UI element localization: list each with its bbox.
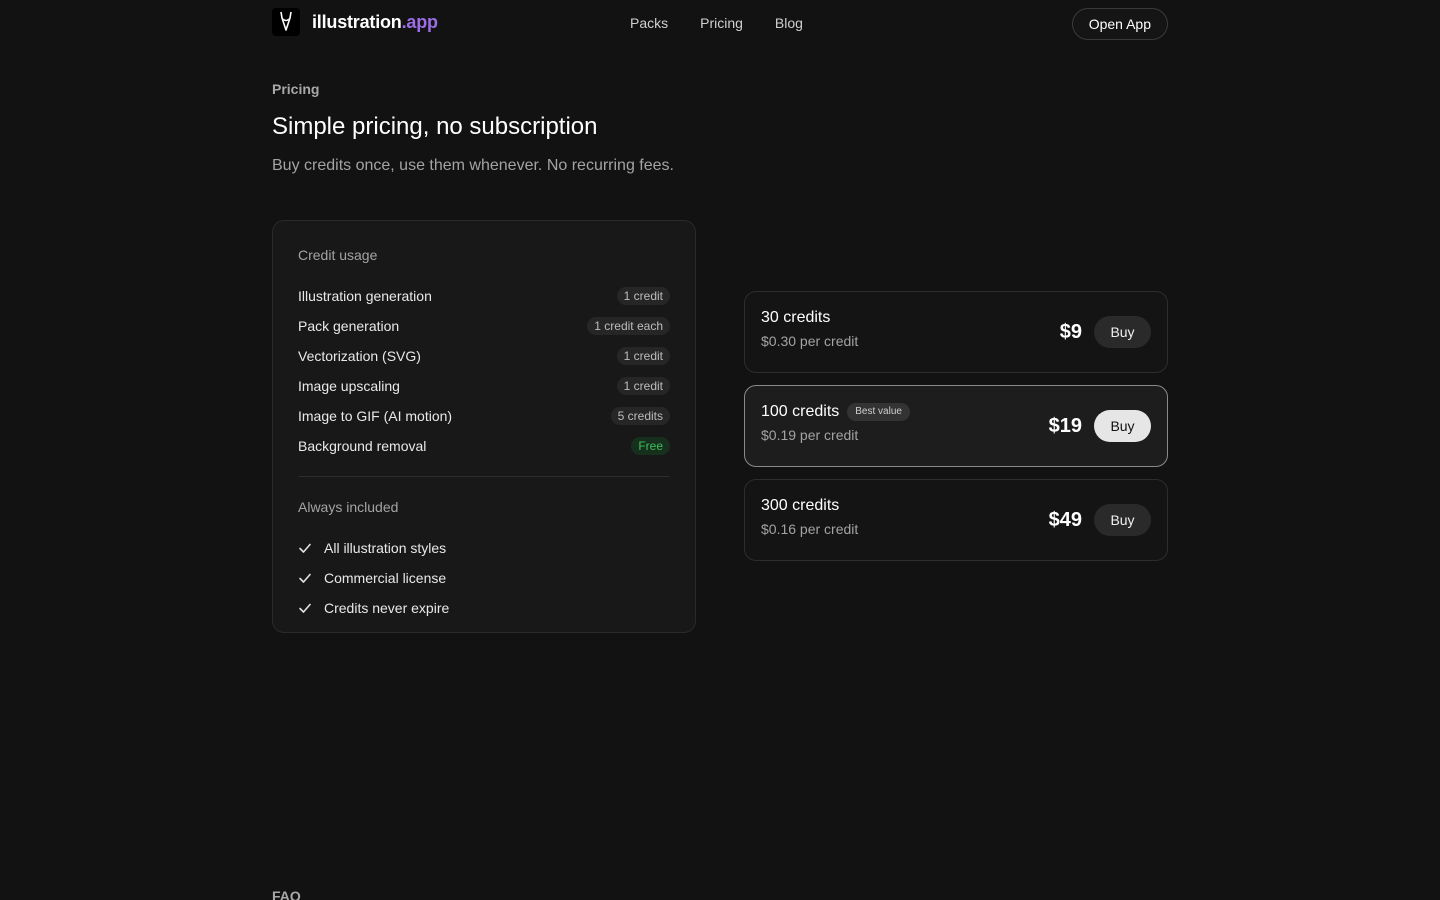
pack-credits: 30 credits bbox=[761, 309, 831, 326]
usage-name: Background removal bbox=[298, 438, 427, 454]
pack-title: 300 credits bbox=[761, 497, 858, 515]
included-item: Credits never expire bbox=[298, 593, 670, 623]
free-pill: Free bbox=[631, 437, 670, 455]
page: illustration.app Packs Pricing Blog Open… bbox=[0, 0, 1440, 900]
included-list: All illustration styles Commercial licen… bbox=[298, 533, 670, 623]
pack-price: $49 bbox=[1048, 508, 1082, 531]
pack-actions: $9 Buy bbox=[1060, 316, 1151, 348]
cost-pill: 1 credit bbox=[616, 377, 670, 395]
pack-credits: 300 credits bbox=[761, 497, 840, 514]
pack-actions: $19 Buy bbox=[1049, 410, 1151, 442]
page-title: Simple pricing, no subscription bbox=[272, 113, 598, 140]
pack-price: $9 bbox=[1059, 320, 1082, 343]
pack-info: 100 credits Best value $0.19 per credit bbox=[761, 403, 910, 443]
pack-card-300: 300 credits $0.16 per credit $49 Buy bbox=[744, 479, 1168, 561]
main-nav: Packs Pricing Blog bbox=[630, 15, 803, 31]
included-text: Commercial license bbox=[324, 570, 447, 586]
cost-pill: 1 credit bbox=[616, 287, 670, 305]
credit-usage-card: Credit usage Illustration generation 1 c… bbox=[272, 220, 696, 633]
pack-per-credit: $0.30 per credit bbox=[761, 333, 859, 349]
logo-text: illustration.app bbox=[312, 11, 438, 32]
pack-info: 30 credits $0.30 per credit bbox=[761, 309, 858, 349]
section-eyebrow: Pricing bbox=[272, 81, 320, 97]
pack-actions: $49 Buy bbox=[1049, 504, 1151, 536]
usage-list: Illustration generation 1 credit Pack ge… bbox=[298, 281, 670, 461]
credit-usage-label: Credit usage bbox=[298, 247, 378, 263]
pack-per-credit: $0.19 per credit bbox=[761, 427, 859, 443]
included-text: Credits never expire bbox=[324, 600, 450, 616]
site-header: illustration.app Packs Pricing Blog Open… bbox=[272, 6, 1168, 42]
usage-row: Background removal Free bbox=[298, 431, 670, 461]
usage-name: Illustration generation bbox=[298, 288, 432, 304]
pack-card-100: 100 credits Best value $0.19 per credit … bbox=[744, 385, 1168, 467]
buy-button-30[interactable]: Buy bbox=[1094, 316, 1151, 348]
usage-name: Vectorization (SVG) bbox=[298, 348, 421, 364]
always-included-label: Always included bbox=[298, 499, 399, 515]
pack-credits: 100 credits bbox=[761, 403, 840, 420]
pack-title: 30 credits bbox=[761, 309, 858, 327]
open-app-button[interactable]: Open App bbox=[1071, 8, 1168, 40]
check-icon bbox=[298, 571, 312, 585]
cost-pill: 5 credits bbox=[610, 407, 670, 425]
pack-title: 100 credits Best value bbox=[761, 403, 910, 421]
check-icon bbox=[298, 541, 312, 555]
nav-pricing[interactable]: Pricing bbox=[700, 15, 743, 31]
cost-pill: 1 credit bbox=[616, 347, 670, 365]
included-text: All illustration styles bbox=[324, 540, 447, 556]
nav-packs[interactable]: Packs bbox=[630, 15, 668, 31]
pack-info: 300 credits $0.16 per credit bbox=[761, 497, 858, 537]
cost-pill: 1 credit each bbox=[587, 317, 670, 335]
usage-name: Image to GIF (AI motion) bbox=[298, 408, 453, 424]
usage-name: Image upscaling bbox=[298, 378, 400, 394]
buy-button-100[interactable]: Buy bbox=[1094, 410, 1151, 442]
pack-price: $19 bbox=[1048, 414, 1082, 437]
faq-eyebrow: FAQ bbox=[272, 888, 301, 900]
usage-row: Vectorization (SVG) 1 credit bbox=[298, 341, 670, 371]
check-icon bbox=[298, 601, 312, 615]
included-item: All illustration styles bbox=[298, 533, 670, 563]
divider bbox=[298, 476, 670, 477]
buy-button-300[interactable]: Buy bbox=[1094, 504, 1151, 536]
nav-blog[interactable]: Blog bbox=[775, 15, 803, 31]
logo-mark-icon bbox=[272, 8, 300, 36]
pack-per-credit: $0.16 per credit bbox=[761, 521, 859, 537]
logo[interactable]: illustration.app bbox=[272, 8, 438, 36]
included-item: Commercial license bbox=[298, 563, 670, 593]
usage-row: Image upscaling 1 credit bbox=[298, 371, 670, 401]
usage-row: Image to GIF (AI motion) 5 credits bbox=[298, 401, 670, 431]
usage-row: Pack generation 1 credit each bbox=[298, 311, 670, 341]
page-subtitle: Buy credits once, use them whenever. No … bbox=[272, 157, 674, 174]
usage-name: Pack generation bbox=[298, 318, 400, 334]
usage-row: Illustration generation 1 credit bbox=[298, 281, 670, 311]
best-value-badge: Best value bbox=[847, 403, 910, 421]
pack-card-30: 30 credits $0.30 per credit $9 Buy bbox=[744, 291, 1168, 373]
